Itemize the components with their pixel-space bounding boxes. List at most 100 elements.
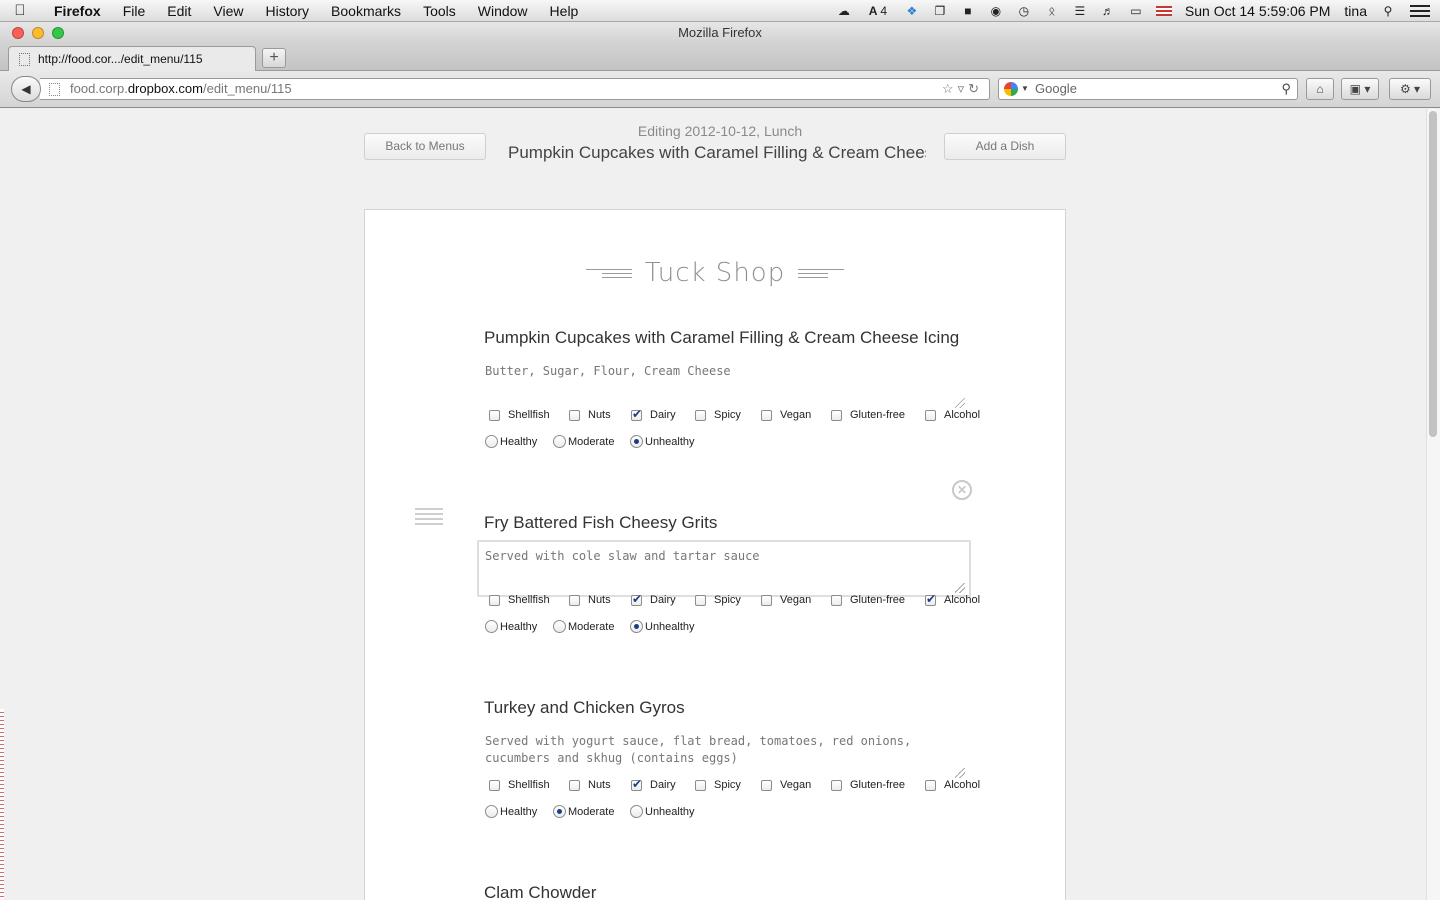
resize-grip-icon[interactable] [955, 583, 965, 593]
health-unhealthy[interactable]: Unhealthy [630, 805, 695, 818]
search-bar[interactable]: ▼ Google ⚲ [998, 78, 1298, 100]
dish-name[interactable]: Clam Chowder [484, 883, 596, 900]
dish-description[interactable]: Served with yogurt sauce, flat bread, to… [477, 725, 971, 782]
menu-tools[interactable]: Tools [412, 3, 467, 19]
moderate-radio[interactable] [553, 805, 566, 818]
dish-name[interactable]: Fry Battered Fish Cheesy Grits [484, 513, 717, 533]
tag-alcohol[interactable]: Alcohol [925, 779, 980, 791]
adobe-icon[interactable]: A4 [864, 4, 892, 18]
dish-name[interactable]: Turkey and Chicken Gyros [484, 698, 685, 718]
dish-description[interactable]: Butter, Sugar, Flour, Cream Cheese [477, 355, 971, 412]
close-window-button[interactable] [12, 27, 24, 39]
scrollbar[interactable] [1426, 109, 1440, 900]
gluten-free-checkbox[interactable] [831, 779, 842, 791]
back-to-menus-button[interactable]: Back to Menus [364, 133, 486, 160]
shellfish-checkbox[interactable] [489, 779, 500, 791]
spicy-checkbox[interactable] [695, 409, 706, 421]
menu-view[interactable]: View [202, 3, 254, 19]
remove-dish-button[interactable]: ✕ [952, 480, 972, 500]
history-dropdown-icon[interactable]: ▿ [958, 81, 969, 96]
health-healthy[interactable]: Healthy [485, 805, 537, 818]
gluten-free-checkbox[interactable] [831, 409, 842, 421]
tag-gluten-free[interactable]: Gluten-free [831, 594, 905, 606]
nuts-checkbox[interactable] [569, 409, 580, 421]
bluetooth-icon[interactable]: ᛟ [1044, 4, 1060, 18]
tag-alcohol[interactable]: Alcohol [925, 592, 980, 606]
minimize-window-button[interactable] [32, 27, 44, 39]
nuts-checkbox[interactable] [569, 594, 580, 606]
tag-dairy[interactable]: Dairy [631, 592, 676, 606]
time-machine-icon[interactable]: ◷ [1016, 4, 1032, 18]
dairy-checkbox[interactable] [631, 407, 642, 421]
tag-dairy[interactable]: Dairy [631, 777, 676, 791]
vegan-checkbox[interactable] [761, 779, 772, 791]
drag-handle-icon[interactable] [415, 505, 443, 528]
back-button[interactable]: ◀ [11, 76, 41, 102]
vegan-checkbox[interactable] [761, 594, 772, 606]
reload-icon[interactable]: ↻ [968, 81, 983, 96]
volume-icon[interactable]: ♬ [1100, 4, 1116, 18]
tag-spicy[interactable]: Spicy [695, 779, 741, 791]
tag-nuts[interactable]: Nuts [569, 779, 611, 791]
dish-description[interactable]: Served with cole slaw and tartar sauce [477, 540, 971, 597]
health-healthy[interactable]: Healthy [485, 435, 537, 448]
health-unhealthy[interactable]: Unhealthy [630, 620, 695, 633]
vegan-checkbox[interactable] [761, 409, 772, 421]
alcohol-checkbox[interactable] [925, 592, 936, 606]
battery-icon[interactable]: ▭ [1128, 4, 1144, 18]
site-identity-icon[interactable] [49, 83, 60, 96]
resize-grip-icon[interactable] [955, 768, 965, 778]
tag-gluten-free[interactable]: Gluten-free [831, 779, 905, 791]
moderate-radio[interactable] [553, 620, 566, 633]
sync-icon[interactable]: ☁ [836, 4, 852, 18]
url-bar[interactable]: food.corp.dropbox.com/edit_menu/115 ☆▿↻ [40, 78, 990, 100]
gluten-free-checkbox[interactable] [831, 594, 842, 606]
dish-name[interactable]: Pumpkin Cupcakes with Caramel Filling & … [484, 328, 959, 348]
menu-history[interactable]: History [254, 3, 320, 19]
healthy-radio[interactable] [485, 620, 498, 633]
tag-vegan[interactable]: Vegan [761, 594, 811, 606]
spicy-checkbox[interactable] [695, 594, 706, 606]
health-healthy[interactable]: Healthy [485, 620, 537, 633]
bookmarks-button[interactable]: ▣ ▾ [1341, 78, 1379, 100]
unhealthy-radio[interactable] [630, 805, 643, 818]
app-menu[interactable]: Firefox [40, 3, 112, 19]
tag-alcohol[interactable]: Alcohol [925, 409, 980, 421]
menu-window[interactable]: Window [467, 3, 539, 19]
flag-icon[interactable] [1155, 5, 1172, 16]
alcohol-checkbox[interactable] [925, 409, 936, 421]
dairy-checkbox[interactable] [631, 777, 642, 791]
scrollbar-thumb[interactable] [1429, 111, 1437, 437]
menu-file[interactable]: File [112, 3, 157, 19]
window-icon[interactable]: ❐ [932, 4, 948, 18]
clock[interactable]: Sun Oct 14 5:59:06 PM [1185, 3, 1331, 19]
alcohol-checkbox[interactable] [925, 779, 936, 791]
nuts-checkbox[interactable] [569, 779, 580, 791]
search-engine-dropdown-icon[interactable]: ▼ [1021, 79, 1029, 99]
tab-edit-menu[interactable]: http://food.cor.../edit_menu/115 [8, 46, 256, 71]
tag-nuts[interactable]: Nuts [569, 594, 611, 606]
tag-dairy[interactable]: Dairy [631, 407, 676, 421]
health-moderate[interactable]: Moderate [553, 805, 614, 818]
dropbox-icon[interactable]: ❖ [904, 4, 920, 18]
wifi-icon[interactable]: ☰ [1072, 4, 1088, 18]
healthy-radio[interactable] [485, 435, 498, 448]
tools-button[interactable]: ⚙ ▾ [1389, 78, 1431, 100]
new-tab-button[interactable]: + [262, 48, 286, 68]
resize-grip-icon[interactable] [955, 398, 965, 408]
user-name[interactable]: tina [1344, 3, 1367, 19]
search-icon[interactable]: ⚲ [1281, 79, 1291, 99]
skype-icon[interactable]: ◉ [988, 4, 1004, 18]
dairy-checkbox[interactable] [631, 592, 642, 606]
evernote-icon[interactable]: ■ [960, 4, 976, 18]
apple-menu-icon[interactable]:  [0, 2, 40, 19]
home-button[interactable]: ⌂ [1306, 78, 1334, 100]
health-moderate[interactable]: Moderate [553, 435, 614, 448]
tag-spicy[interactable]: Spicy [695, 409, 741, 421]
tag-vegan[interactable]: Vegan [761, 779, 811, 791]
spotlight-icon[interactable]: ⚲ [1380, 4, 1396, 18]
tag-gluten-free[interactable]: Gluten-free [831, 409, 905, 421]
menu-bookmarks[interactable]: Bookmarks [320, 3, 412, 19]
menu-help[interactable]: Help [539, 3, 590, 19]
health-moderate[interactable]: Moderate [553, 620, 614, 633]
